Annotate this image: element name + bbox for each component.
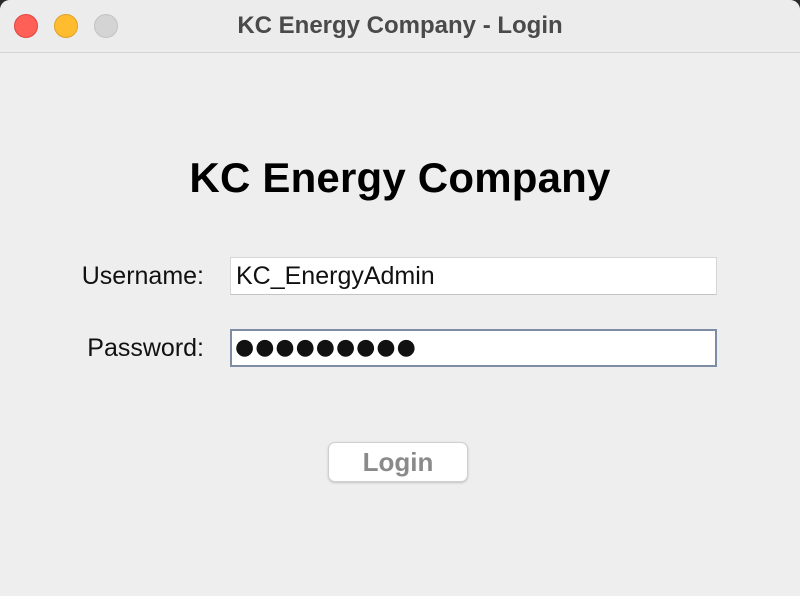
title-bar: KC Energy Company - Login [0, 0, 800, 53]
password-value: ●●●●●●●●● [235, 335, 417, 360]
login-window: KC Energy Company - Login KC Energy Comp… [0, 0, 800, 596]
password-label: Password: [87, 334, 204, 362]
window-title: KC Energy Company - Login [237, 12, 563, 39]
login-button[interactable]: Login [328, 442, 468, 482]
username-label: Username: [81, 262, 204, 290]
password-input[interactable]: ●●●●●●●●● [230, 329, 717, 367]
username-value: KC_EnergyAdmin [236, 262, 435, 290]
company-heading: KC Energy Company [189, 154, 611, 201]
username-input[interactable]: KC_EnergyAdmin [230, 257, 717, 295]
